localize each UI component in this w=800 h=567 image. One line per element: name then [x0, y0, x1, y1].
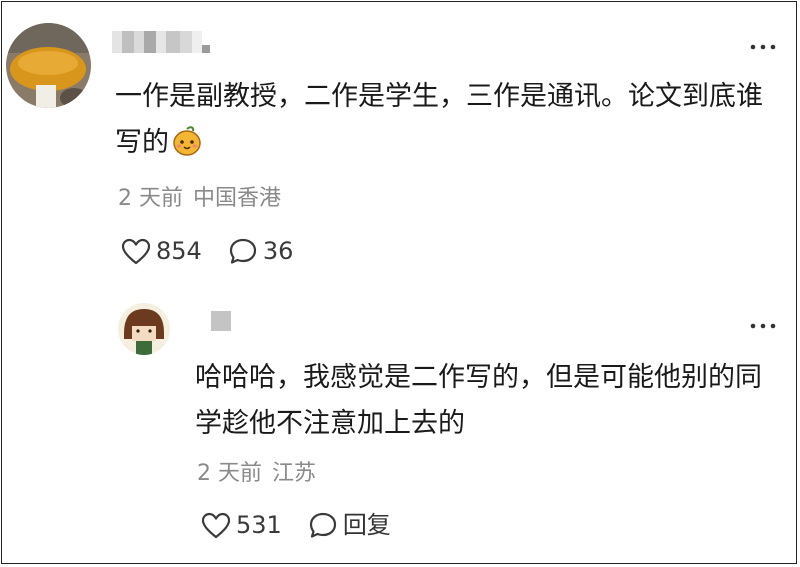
reply-button[interactable]: 回复: [308, 510, 391, 540]
reply-more-options-button[interactable]: [750, 313, 776, 333]
comment-body: 一作是副教授，二作是学生，三作是通讯。论文到底谁写的: [115, 81, 763, 158]
comment-actions: 854 36: [121, 236, 293, 266]
reply-count-button[interactable]: 36: [228, 236, 294, 266]
like-count: 854: [156, 237, 202, 265]
heart-icon: [201, 512, 231, 538]
comment-location: 中国香港: [193, 186, 282, 211]
reply-location: 江苏: [272, 461, 317, 486]
blurred-username[interactable]: [112, 31, 210, 53]
reply-like-count: 531: [236, 511, 282, 539]
comment-meta: 2 天前 中国香港: [118, 184, 281, 214]
reply-label: 回复: [342, 511, 391, 539]
comment-text: 一作是副教授，二作是学生，三作是通讯。论文到底谁写的: [115, 74, 775, 166]
heart-icon: [121, 238, 151, 264]
user-avatar[interactable]: [6, 23, 91, 108]
comment-bubble-icon: [309, 512, 336, 538]
reply-actions: 531 回复: [201, 510, 391, 540]
blurred-reply-username[interactable]: [211, 311, 231, 331]
more-dots-icon: [750, 323, 776, 329]
reply-meta: 2 天前 江苏: [197, 459, 316, 489]
reply-count: 36: [262, 237, 294, 265]
reply-time: 2 天前: [197, 461, 262, 486]
reply-text: 哈哈哈，我感觉是二作写的，但是可能他别的同学趁他不注意加上去的: [195, 362, 762, 439]
more-dots-icon: [750, 44, 776, 50]
comment-bubble-icon: [229, 238, 256, 264]
mango-face-emoji: [173, 126, 201, 156]
reply-user-avatar[interactable]: [118, 303, 170, 355]
more-options-button[interactable]: [750, 34, 776, 54]
like-button[interactable]: 854: [121, 236, 202, 266]
reply-like-button[interactable]: 531: [201, 510, 282, 540]
comment-time: 2 天前: [118, 186, 183, 211]
